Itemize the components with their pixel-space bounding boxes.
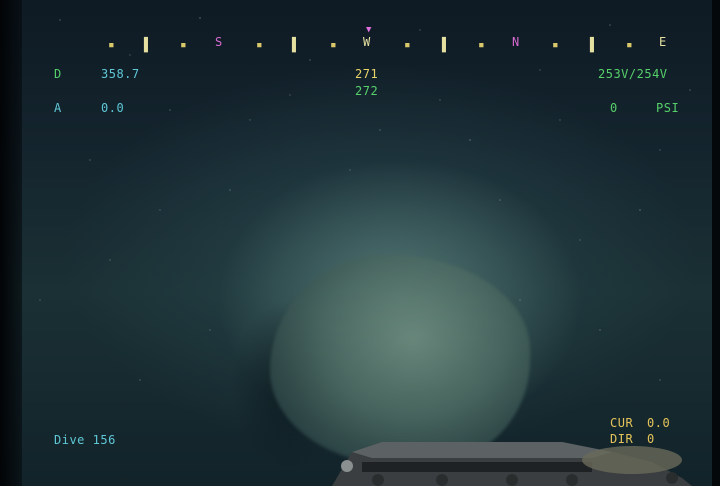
- compass-tick-major: ▌: [442, 38, 450, 53]
- compass-letter-s: S: [215, 35, 223, 49]
- compass-tick-major: ▌: [292, 38, 300, 53]
- compass-tick-major: ▌: [590, 38, 598, 53]
- compass-letter-n: N: [512, 35, 520, 49]
- dive-number: Dive 156: [54, 433, 116, 447]
- compass-tick: ▪: [626, 38, 633, 51]
- compass-tick: ▪: [180, 38, 187, 51]
- compass-tick: ▪: [256, 38, 263, 51]
- compass-tick: ▪: [404, 38, 411, 51]
- pressure-value: 0: [610, 101, 618, 115]
- voltage-readout: 253V/254V: [598, 67, 668, 81]
- current-label: CUR: [610, 416, 634, 430]
- compass-tick: ▪: [552, 38, 559, 51]
- right-frame-edge: [712, 0, 720, 486]
- compass-tick: ▪: [330, 38, 337, 51]
- compass-letter-w: W: [363, 35, 371, 49]
- depth-label: D: [54, 67, 62, 81]
- compass-tick: ▪: [108, 38, 115, 51]
- depth-value: 358.7: [101, 67, 140, 81]
- altitude-value: 0.0: [101, 101, 125, 115]
- camera-feed: ▪ ▌ ▪ S ▪ ▌ ▪ W ▪ ▌ ▪ N ▪ ▌ ▪ E ▼ 271 27…: [0, 0, 720, 486]
- heading-pointer-icon: ▼: [366, 25, 372, 35]
- heading-major: 271: [355, 67, 379, 81]
- rov-frame: [332, 442, 692, 486]
- heading-minor: 272: [355, 84, 379, 98]
- compass-tick-major: ▌: [144, 38, 152, 53]
- left-frame-edge: [0, 0, 22, 486]
- compass-tick: ▪: [478, 38, 485, 51]
- compass-letter-e: E: [659, 35, 667, 49]
- current-value: 0.0: [647, 416, 671, 430]
- altitude-label: A: [54, 101, 62, 115]
- pressure-unit: PSI: [656, 101, 680, 115]
